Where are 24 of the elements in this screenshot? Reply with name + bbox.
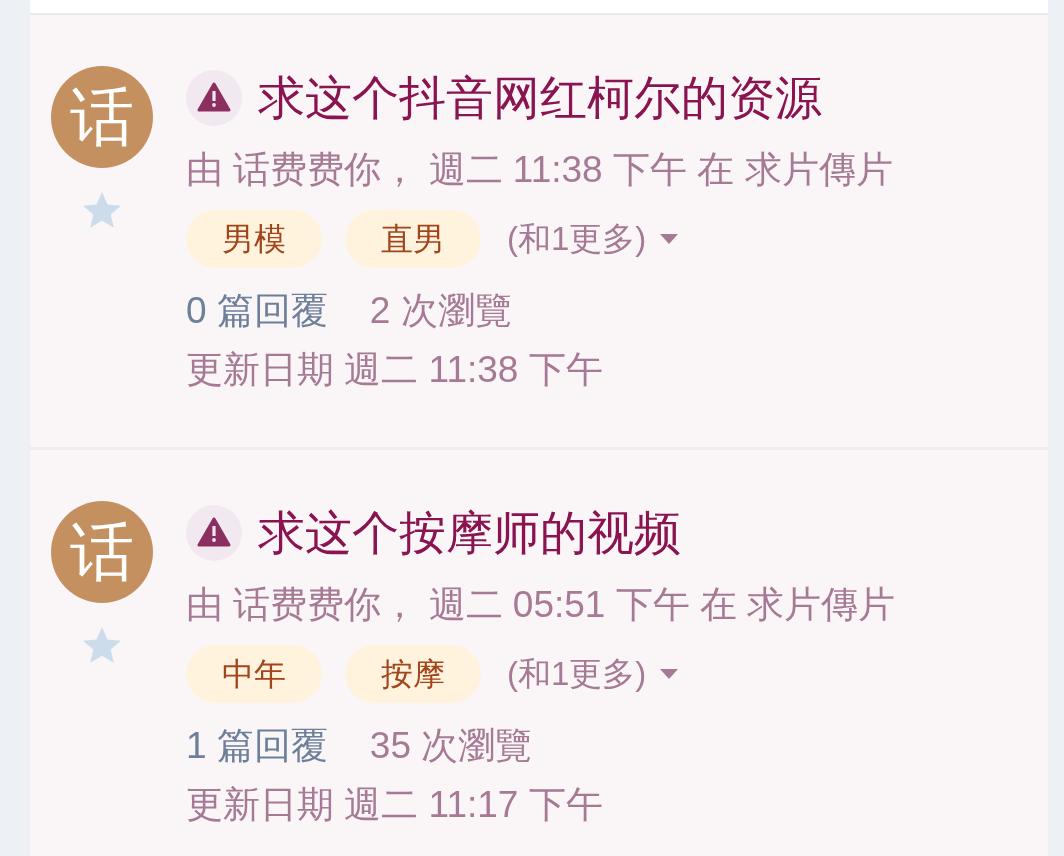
topic-meta: 由 话费费你， 週二 05:51 下午 在 求片傳片 bbox=[186, 583, 896, 627]
more-tags-toggle[interactable]: (和1更多) bbox=[507, 645, 679, 703]
topic-tag[interactable]: 按摩 bbox=[345, 645, 481, 703]
updated-date: 更新日期 週二 11:38 下午 bbox=[186, 348, 603, 392]
more-tags-toggle[interactable]: (和1更多) bbox=[507, 210, 679, 268]
reply-count: 0 篇回覆 bbox=[186, 289, 328, 333]
topic-meta: 由 话费费你， 週二 11:38 下午 在 求片傳片 bbox=[186, 148, 893, 192]
topic-title[interactable]: 求这个抖音网红柯尔的资源 bbox=[258, 70, 822, 126]
caret-icon bbox=[660, 669, 679, 679]
star-icon[interactable] bbox=[83, 627, 121, 663]
warning-icon bbox=[186, 505, 242, 561]
star-icon[interactable] bbox=[83, 192, 121, 228]
view-count: 2 次瀏覽 bbox=[369, 289, 512, 333]
avatar[interactable]: 话 bbox=[51, 501, 153, 603]
topic-tag[interactable]: 男模 bbox=[186, 210, 322, 268]
topic-tag[interactable]: 中年 bbox=[186, 645, 322, 703]
warning-icon bbox=[186, 70, 242, 126]
view-count: 35 次瀏覽 bbox=[369, 724, 533, 768]
caret-icon bbox=[660, 234, 679, 244]
updated-date: 更新日期 週二 11:17 下午 bbox=[186, 783, 603, 827]
reply-count: 1 篇回覆 bbox=[186, 724, 328, 768]
avatar[interactable]: 话 bbox=[51, 66, 153, 168]
topic-tag[interactable]: 直男 bbox=[345, 210, 481, 268]
topic-title[interactable]: 求这个按摩师的视频 bbox=[258, 505, 681, 561]
